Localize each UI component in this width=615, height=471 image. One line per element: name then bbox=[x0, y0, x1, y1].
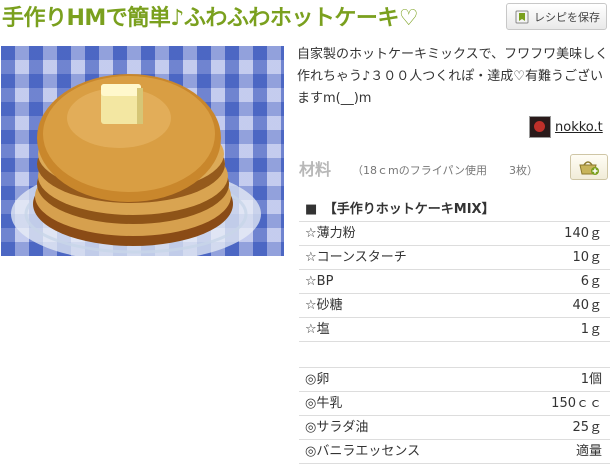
save-recipe-button[interactable]: レシピを保存 bbox=[506, 3, 607, 30]
ingredient-qty: 10ｇ bbox=[572, 250, 602, 265]
ingredient-name: ☆薄力粉 bbox=[305, 226, 356, 241]
ingredient-name: ☆コーンスターチ bbox=[305, 250, 407, 265]
avatar[interactable] bbox=[529, 116, 551, 138]
ingredient-spacer bbox=[299, 342, 610, 368]
ingredient-row: ◎サラダ油 25ｇ bbox=[299, 416, 610, 440]
ingredient-name: ◎卵 bbox=[305, 372, 330, 387]
bookmark-icon bbox=[515, 10, 529, 23]
ingredient-qty: 1個 bbox=[580, 372, 602, 387]
ingredient-name: ☆塩 bbox=[305, 322, 330, 337]
ingredient-row: ◎牛乳 150ｃｃ bbox=[299, 392, 610, 416]
ingredients-list: ■ 【手作りホットケーキMIX】 ☆薄力粉 140ｇ ☆コーンスターチ 10ｇ … bbox=[299, 198, 610, 464]
ingredient-row: ☆砂糖 40ｇ bbox=[299, 294, 610, 318]
ingredient-name: ☆BP bbox=[305, 274, 334, 289]
add-to-basket-button[interactable] bbox=[570, 154, 608, 180]
ingredient-qty: 1ｇ bbox=[580, 322, 602, 337]
ingredient-name: ◎サラダ油 bbox=[305, 420, 369, 435]
basket-icon bbox=[579, 161, 599, 175]
recipe-description: 自家製のホットケーキミックスで、フワフワ美味しく作れちゃう♪３００人つくれぽ・達… bbox=[297, 47, 609, 106]
ingredient-row: ☆BP 6ｇ bbox=[299, 270, 610, 294]
ingredients-note: （18ｃmのフライパン使用 3枚） bbox=[352, 164, 539, 177]
ingredient-qty: 150ｃｃ bbox=[551, 396, 602, 411]
ingredient-qty: 6ｇ bbox=[580, 274, 602, 289]
recipe-photo bbox=[1, 46, 284, 256]
recipe-title: 手作りHMで簡単♪ふわふわホットケーキ♡ bbox=[2, 6, 419, 31]
ingredient-name: ◎バニラエッセンス bbox=[305, 444, 421, 459]
ingredients-header: 材料 （18ｃmのフライパン使用 3枚） bbox=[299, 150, 610, 184]
author[interactable]: nokko.t bbox=[529, 116, 603, 138]
ingredient-qty: 40ｇ bbox=[572, 298, 602, 313]
ingredient-qty: 140ｇ bbox=[564, 226, 602, 241]
ingredient-qty: 適量 bbox=[575, 444, 602, 459]
save-button-label: レシピを保存 bbox=[534, 10, 600, 24]
ingredient-row: ☆コーンスターチ 10ｇ bbox=[299, 246, 610, 270]
ingredient-row: ☆塩 1ｇ bbox=[299, 318, 610, 342]
ingredient-row: ◎卵 1個 bbox=[299, 368, 610, 392]
pancake-illustration bbox=[11, 74, 261, 256]
ingredient-name: ☆砂糖 bbox=[305, 298, 343, 313]
ingredient-name: ◎牛乳 bbox=[305, 396, 343, 411]
ingredient-row: ☆薄力粉 140ｇ bbox=[299, 222, 610, 246]
ingredients-heading: 材料 bbox=[299, 160, 332, 179]
author-link[interactable]: nokko.t bbox=[555, 120, 603, 135]
ingredient-qty: 25ｇ bbox=[572, 420, 602, 435]
ingredient-group-title: ■ 【手作りホットケーキMIX】 bbox=[299, 198, 610, 222]
ingredient-row: ◎バニラエッセンス 適量 bbox=[299, 440, 610, 464]
